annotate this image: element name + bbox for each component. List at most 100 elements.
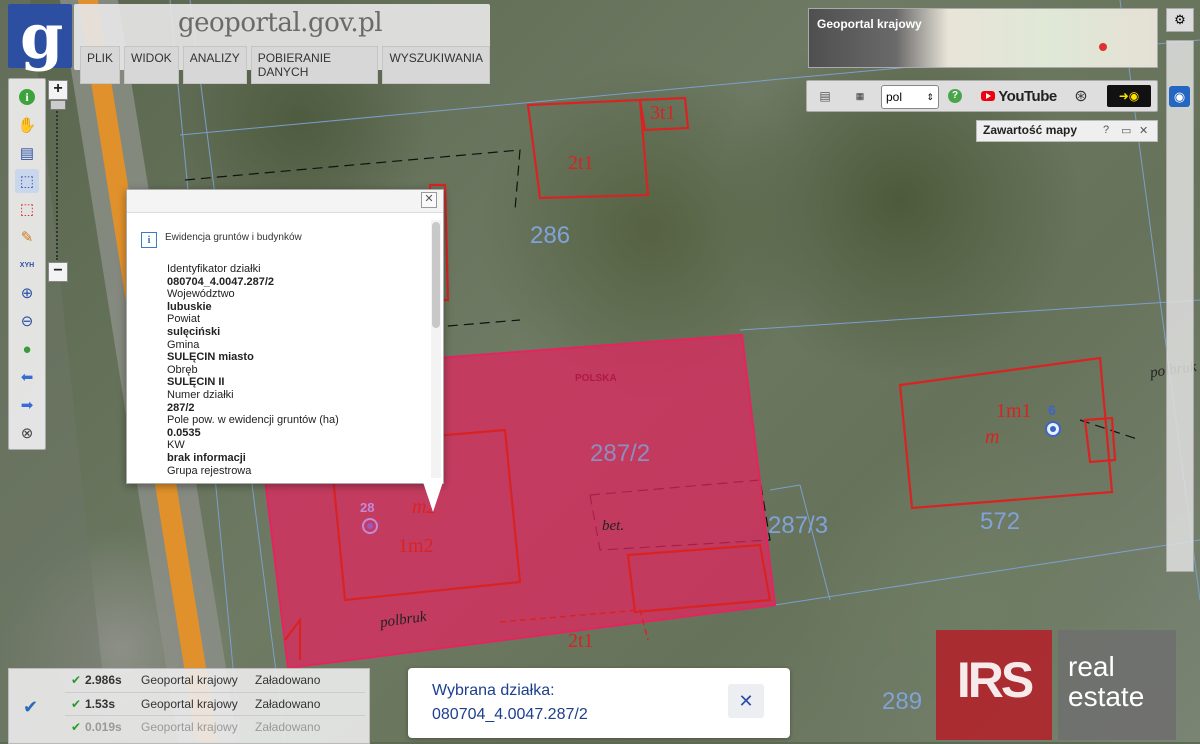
parcel-label-287-3: 287/3 <box>768 512 829 539</box>
popup-close-icon[interactable]: ✕ <box>421 192 437 208</box>
field-value: SULĘCIN II <box>167 376 225 389</box>
map-content-header[interactable]: Zawartość mapy ? ▭ ✕ <box>976 120 1158 142</box>
popup-title: Ewidencja gruntów i budynków <box>165 232 302 243</box>
youtube-link[interactable]: YouTube <box>979 85 1059 107</box>
popup-header: ✕ <box>127 190 443 213</box>
overview-map[interactable]: Geoportal krajowy <box>808 8 1158 68</box>
parcel-label-286: 286 <box>530 222 571 249</box>
zoom-in-icon[interactable]: ⊕ <box>15 281 39 305</box>
clear-selection-button[interactable]: ✕ <box>728 684 764 718</box>
overview-marker <box>1099 43 1107 51</box>
menu-pobieranie-danych[interactable]: POBIERANIE DANYCH <box>250 46 379 84</box>
left-toolbar: i ✋ ▤ ⬚ ⬚ ✎ XYH ⊕ ⊖ ● ⬅ ➡ ⊗ <box>8 78 46 450</box>
main-menu: PLIK WIDOK ANALIZY POBIERANIE DANYCH WYS… <box>80 46 490 84</box>
menu-analizy[interactable]: ANALIZY <box>182 46 247 84</box>
building-label-3t1: 3t1 <box>650 102 676 124</box>
zoom-handle[interactable] <box>50 100 66 110</box>
compass-icon[interactable]: ⊗ <box>15 421 39 445</box>
map-content-help-icon[interactable]: ? <box>1103 124 1109 136</box>
zoom-rail[interactable] <box>56 100 61 260</box>
side-panel-strip[interactable] <box>1166 40 1194 572</box>
menu-widok[interactable]: WIDOK <box>124 46 179 84</box>
zoom-minus-button[interactable]: − <box>48 262 68 282</box>
parcel-info-popup: ✕ i Ewidencja gruntów i budynków Identyf… <box>126 189 444 512</box>
status-row: ✔ 2.986s Geoportal krajowy Załadowano <box>71 673 321 687</box>
popup-pointer <box>423 482 443 512</box>
pan-hand-icon[interactable]: ✋ <box>15 113 39 137</box>
accessibility-icon[interactable]: ⊛ <box>1071 85 1091 107</box>
help-icon[interactable]: ? <box>945 85 965 107</box>
parcel-label-287-2: 287/2 <box>590 440 651 467</box>
field-label: Identyfikator działki <box>167 263 261 275</box>
ok-icon: ✔ <box>71 697 82 711</box>
map-content-title: Zawartość mapy <box>983 123 1078 137</box>
watermark-real-estate: real estate <box>1058 630 1176 740</box>
select-arrows-icon: ⇕ <box>926 91 934 102</box>
field-value: lubuskie <box>167 300 212 313</box>
info-icon[interactable]: i <box>15 85 39 109</box>
label-bet: bet. <box>602 518 625 534</box>
field-value: brak informacji <box>167 451 246 464</box>
field-label: Województwo <box>167 288 235 301</box>
menu-plik[interactable]: PLIK <box>80 46 121 84</box>
settings-icon[interactable]: ⚙ <box>1166 8 1194 32</box>
close-icon[interactable]: ✕ <box>1139 124 1148 137</box>
legend-icon[interactable]: ▤ <box>15 141 39 165</box>
pencil-icon[interactable]: ✎ <box>15 225 39 249</box>
field-label: KW <box>167 439 185 452</box>
field-label: Powiat <box>167 313 201 326</box>
label-polska: POLSKA <box>575 373 617 384</box>
zoom-slider[interactable]: + − <box>48 78 68 282</box>
parcel-label-572: 572 <box>980 508 1021 535</box>
popup-fields: Identyfikator działki 080704_4.0047.287/… <box>167 263 417 477</box>
point-label-6: 6 <box>1048 402 1056 418</box>
parcel-label-289: 289 <box>882 688 923 715</box>
overview-title: Geoportal krajowy <box>817 17 922 31</box>
info-icon: i <box>141 232 157 248</box>
xyh-icon[interactable]: XYH <box>15 253 39 277</box>
contrast-eye-button[interactable]: ➜◉ <box>1107 85 1151 107</box>
print-icon[interactable]: ▤ <box>815 85 835 107</box>
building-label-1m2: 1m2 <box>398 535 434 557</box>
field-value: sulęciński <box>167 325 221 338</box>
wms-icon[interactable]: ▦ <box>849 85 871 107</box>
zoom-plus-button[interactable]: + <box>48 80 68 100</box>
field-label: Numer działki <box>167 388 234 401</box>
layer-status-panel: ✔ ✔ 2.986s Geoportal krajowy Załadowano … <box>8 668 370 744</box>
ok-icon: ✔ <box>71 720 82 734</box>
field-label: Grupa rejestrowa <box>167 464 252 477</box>
field-value: 080704_4.0047.287/2 <box>167 275 275 288</box>
globe-icon[interactable]: ● <box>15 337 39 361</box>
field-label: Obręb <box>167 363 198 376</box>
status-row: ✔ 0.019s Geoportal krajowy Załadowano <box>65 715 365 738</box>
popup-scrollbar[interactable] <box>431 220 441 478</box>
building-label-1m1: 1m1 <box>996 400 1032 422</box>
field-value: 287/2 <box>167 401 195 414</box>
building-label-2t1-top: 2t1 <box>568 152 594 174</box>
field-label: Pole pow. w ewidencji gruntów (ha) <box>167 414 339 427</box>
ok-icon: ✔ <box>71 673 82 687</box>
geoportal-logo[interactable]: g <box>8 0 72 73</box>
select-rect-icon[interactable]: ⬚ <box>15 169 39 193</box>
visibility-eye-icon[interactable]: ◉ <box>1169 86 1190 107</box>
watermark-irs: IRS <box>936 630 1052 740</box>
header-bar: geoportal.gov.pl PLIK WIDOK ANALIZY POBI… <box>74 4 490 84</box>
field-label: Gmina <box>167 338 200 351</box>
icons-bar: ▤ ▦ pol ⇕ ? YouTube ⊛ ➜◉ <box>806 80 1158 112</box>
status-row: ✔ 1.53s Geoportal krajowy Załadowano <box>65 692 365 715</box>
selected-parcel-label: Wybrana działka: <box>432 682 555 699</box>
menu-wyszukiwania[interactable]: WYSZUKIWANIA <box>382 46 490 84</box>
field-value: SULĘCIN miasto <box>167 351 254 364</box>
selected-parcel-value[interactable]: 080704_4.0047.287/2 <box>432 706 588 724</box>
forward-arrow-icon[interactable]: ➡ <box>15 393 39 417</box>
youtube-icon <box>981 91 996 101</box>
irs-watermark: IRS real estate <box>936 630 1176 740</box>
back-arrow-icon[interactable]: ⬅ <box>15 365 39 389</box>
minimize-icon[interactable]: ▭ <box>1121 124 1131 137</box>
language-select[interactable]: pol ⇕ <box>881 85 939 109</box>
select-red-icon[interactable]: ⬚ <box>15 197 39 221</box>
checkmark-icon[interactable]: ✔ <box>23 697 38 718</box>
zoom-out-icon[interactable]: ⊖ <box>15 309 39 333</box>
scroll-thumb[interactable] <box>432 222 440 328</box>
field-value: 0.0535 <box>167 426 201 439</box>
